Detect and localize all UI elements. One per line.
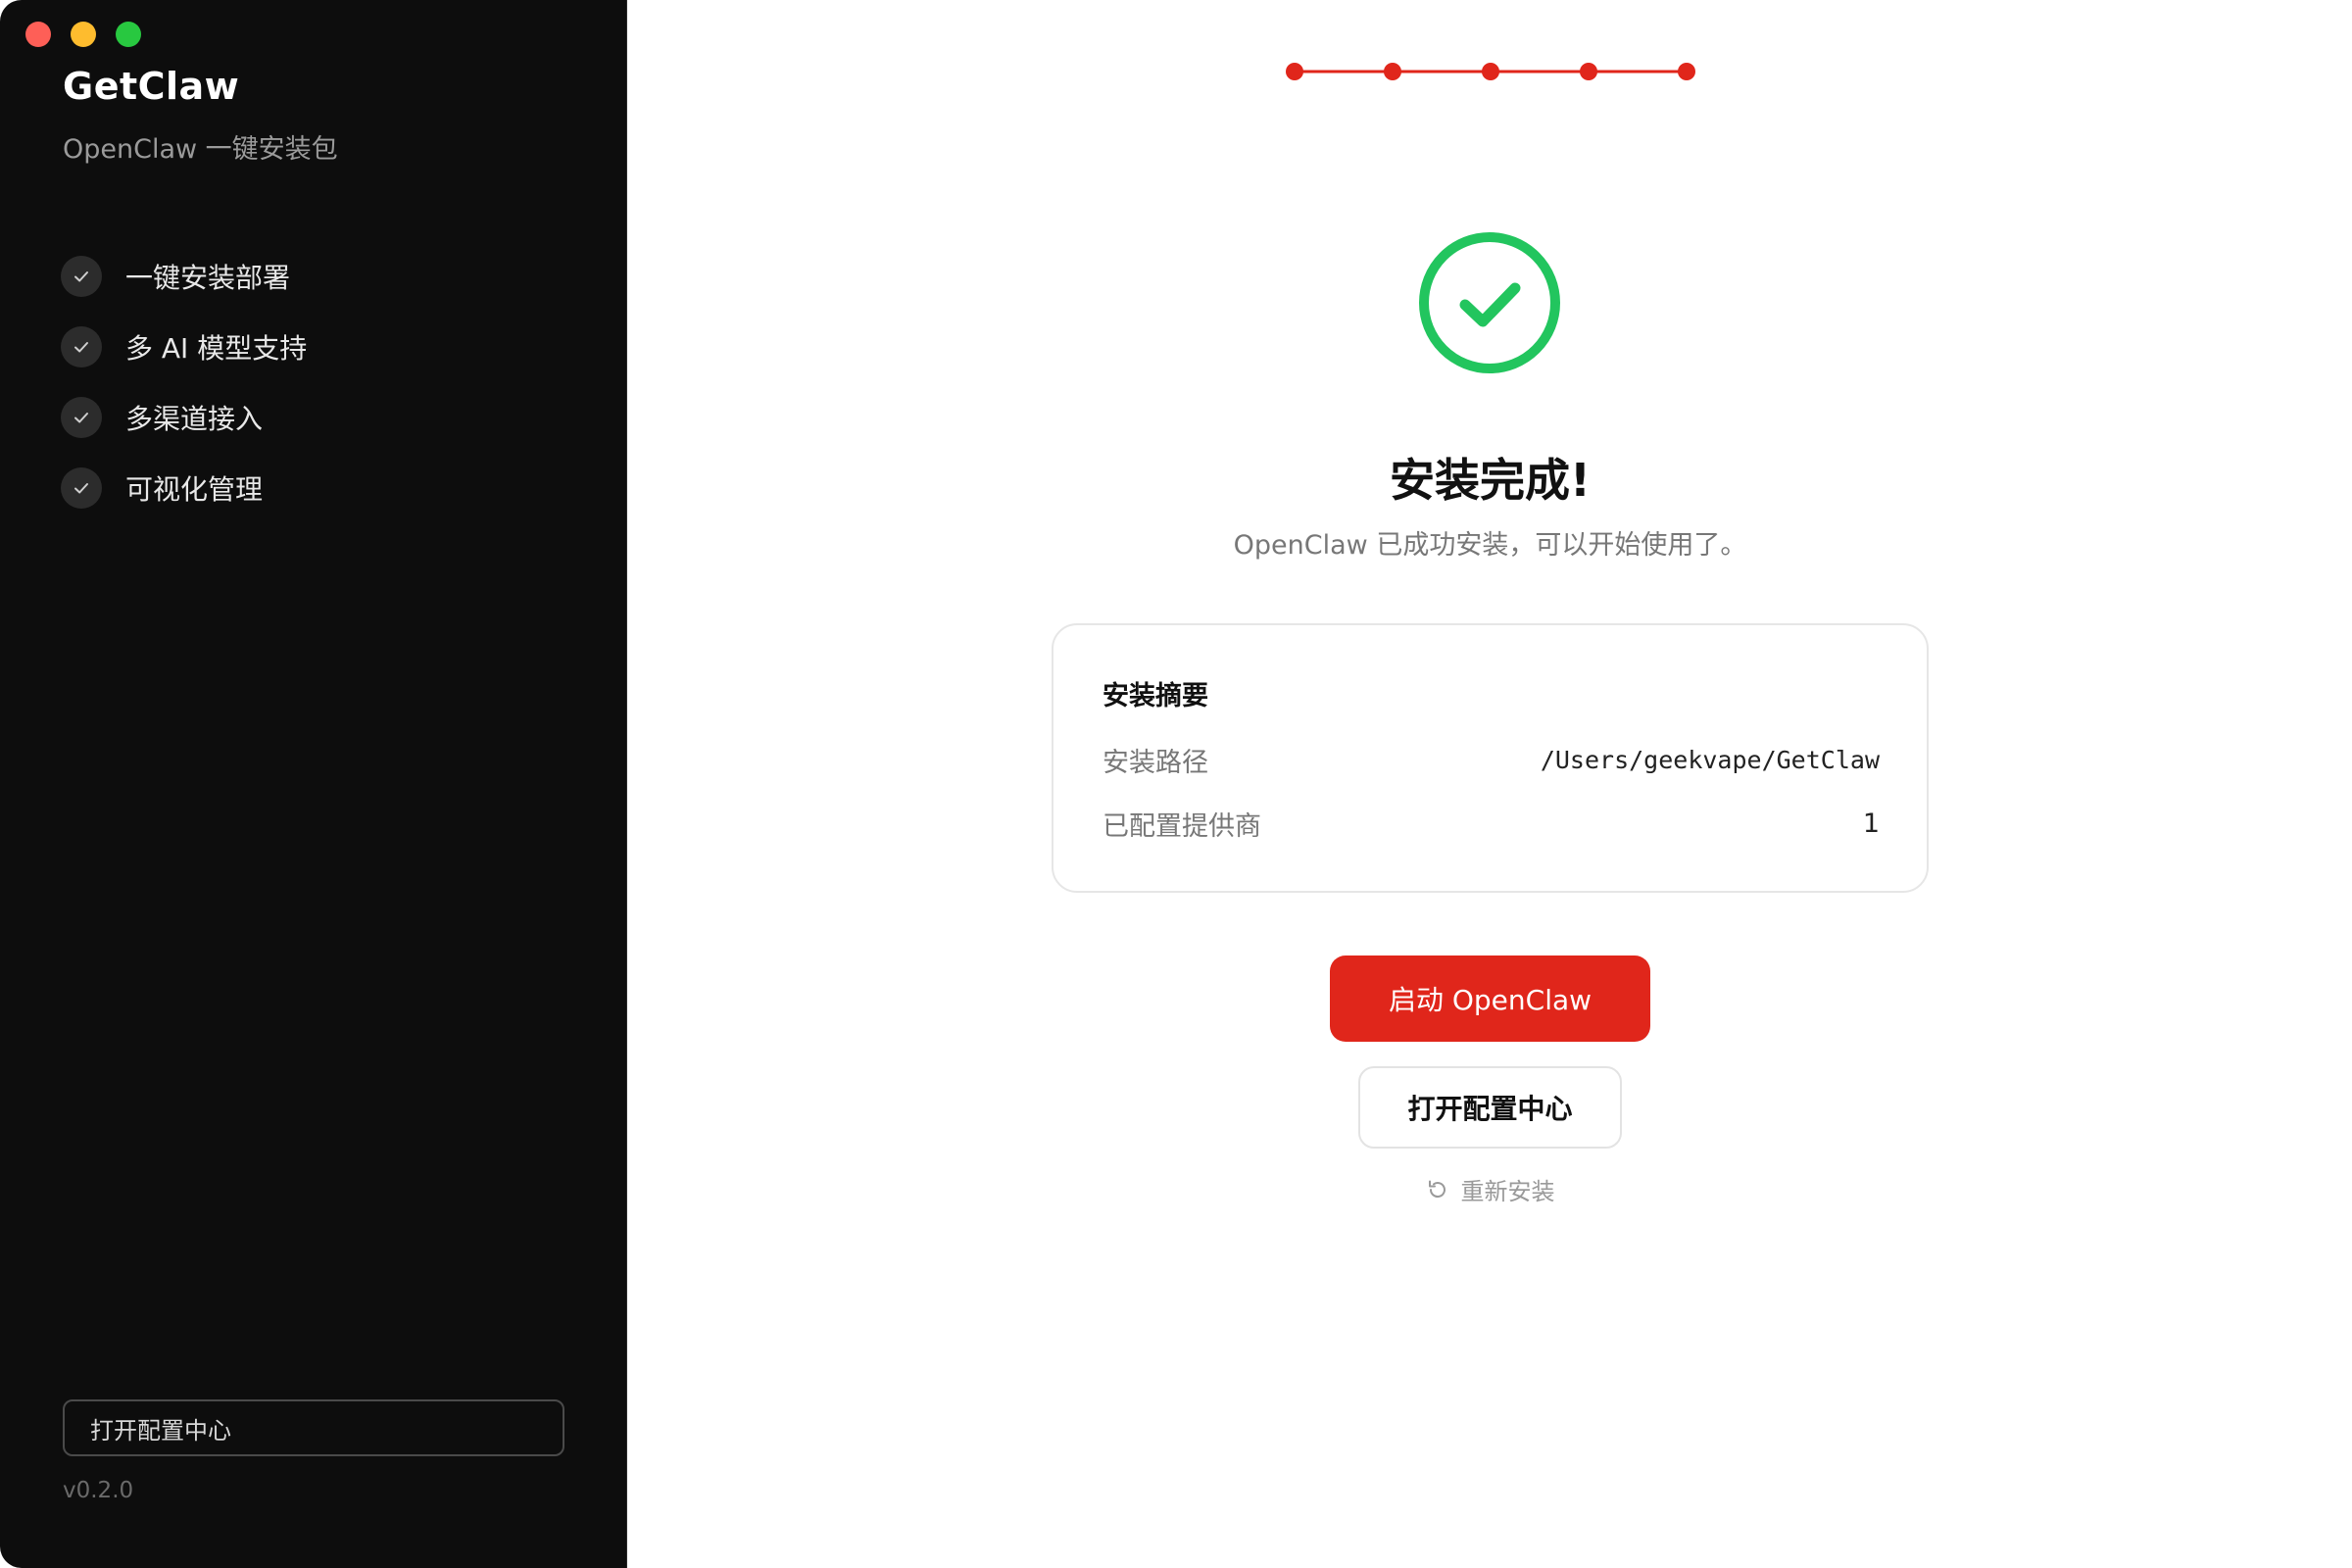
maximize-window-button[interactable] [116,22,141,47]
open-config-center-button[interactable]: 打开配置中心 [1358,1066,1622,1149]
feature-label: 一键安装部署 [125,262,291,294]
refresh-icon [1428,1180,1446,1198]
feature-item: 可视化管理 [61,453,307,523]
install-summary-card: 安装摘要 安装路径 /Users/geekvape/GetClaw 已配置提供商… [1052,623,1929,893]
app-title: GetClaw [63,65,240,108]
progress-stepper [1286,63,1695,80]
feature-list: 一键安装部署 多 AI 模型支持 多渠道接入 可视化管理 [61,241,307,523]
sidebar: GetClaw OpenClaw 一键安装包 一键安装部署 多 AI 模型支持 … [0,0,627,1568]
window-controls [25,22,141,47]
main-panel: 安装完成! OpenClaw 已成功安装，可以开始使用了。 安装摘要 安装路径 … [628,0,2352,1568]
feature-label: 多 AI 模型支持 [125,332,308,365]
feature-item: 多 AI 模型支持 [61,312,307,382]
feature-label: 可视化管理 [125,473,264,506]
providers-label: 已配置提供商 [1102,811,1261,842]
launch-openclaw-button[interactable]: 启动 OpenClaw [1330,956,1650,1042]
close-window-button[interactable] [25,22,51,47]
summary-row-install-path: 安装路径 /Users/geekvape/GetClaw [1102,741,1880,779]
install-path-value: /Users/geekvape/GetClaw [1540,746,1880,774]
check-icon [61,256,102,297]
step-dot-5 [1678,63,1695,80]
step-dot-2 [1384,63,1401,80]
step-dot-3 [1482,63,1499,80]
summary-row-providers: 已配置提供商 1 [1102,805,1880,843]
completion-subtitle: OpenClaw 已成功安装，可以开始使用了。 [1233,530,1747,561]
sidebar-open-config-button[interactable]: 打开配置中心 [63,1399,564,1456]
check-icon [61,467,102,509]
install-path-label: 安装路径 [1102,748,1208,778]
summary-heading: 安装摘要 [1102,681,1208,711]
step-dot-1 [1286,63,1303,80]
app-subtitle: OpenClaw 一键安装包 [63,134,338,165]
feature-item: 多渠道接入 [61,382,307,453]
reinstall-link[interactable]: 重新安装 [628,1172,2352,1206]
feature-label: 多渠道接入 [125,403,264,435]
check-icon [61,326,102,368]
minimize-window-button[interactable] [71,22,96,47]
app-window: GetClaw OpenClaw 一键安装包 一键安装部署 多 AI 模型支持 … [0,0,2352,1568]
check-circle-icon [1419,232,1560,373]
version-label: v0.2.0 [63,1478,134,1503]
completion-title: 安装完成! [1390,454,1591,507]
reinstall-label: 重新安装 [1460,1178,1555,1205]
providers-value: 1 [1862,808,1880,839]
step-dot-4 [1580,63,1597,80]
feature-item: 一键安装部署 [61,241,307,312]
check-icon [61,397,102,438]
